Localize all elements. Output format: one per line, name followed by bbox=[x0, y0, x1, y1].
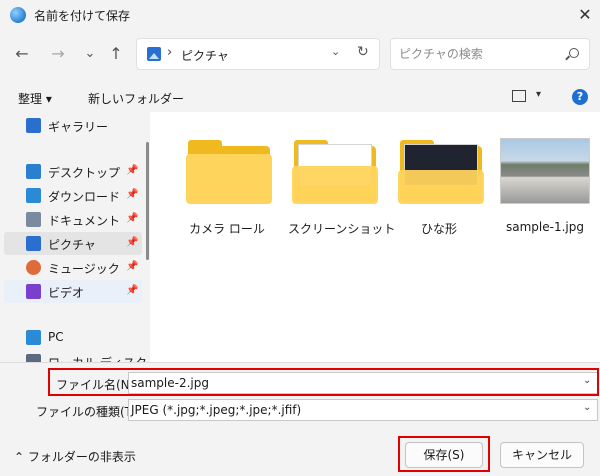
pin-icon: 📌 bbox=[126, 165, 139, 176]
pin-icon: 📌 bbox=[126, 261, 139, 272]
navigation-pane: ギャラリー デスクトップ 📌 ダウンロード 📌 ドキュメント 📌 ピクチャ 📌 … bbox=[0, 112, 150, 362]
close-icon[interactable]: ✕ bbox=[574, 4, 596, 26]
file-item-sample-1[interactable]: sample-1.jpg bbox=[500, 128, 600, 248]
pin-icon: 📌 bbox=[126, 237, 139, 248]
sidebar-item-label: PC bbox=[48, 330, 64, 344]
file-name: sample-1.jpg bbox=[506, 220, 584, 234]
folder-item-camera-roll[interactable]: カメラ ロール bbox=[182, 128, 282, 248]
folder-item-screenshots[interactable]: スクリーンショット bbox=[288, 128, 396, 248]
command-bar: 整理 ▾ 新しいフォルダー ▾ ? bbox=[0, 82, 600, 112]
title-bar: 名前を付けて保存 ✕ bbox=[0, 0, 600, 30]
sidebar-item-videos[interactable]: ビデオ 📌 bbox=[4, 280, 142, 303]
organize-menu-button[interactable]: 整理 ▾ bbox=[18, 90, 52, 107]
pictures-icon bbox=[26, 236, 41, 251]
sidebar-item-pc[interactable]: PC bbox=[4, 326, 142, 349]
gallery-icon bbox=[26, 118, 41, 133]
breadcrumb-pictures[interactable]: ピクチャ bbox=[181, 47, 229, 64]
video-icon bbox=[26, 284, 41, 299]
sidebar-item-label: ギャラリー bbox=[48, 120, 109, 134]
up-arrow-icon[interactable]: ↑ bbox=[104, 42, 128, 66]
sidebar-item-gallery[interactable]: ギャラリー bbox=[4, 114, 142, 137]
filetype-dropdown-chevron-icon[interactable]: ⌄ bbox=[583, 402, 591, 413]
search-icon[interactable] bbox=[569, 48, 579, 58]
music-icon bbox=[26, 260, 41, 275]
cancel-button[interactable]: キャンセル bbox=[500, 442, 584, 468]
search-input[interactable] bbox=[399, 45, 559, 63]
file-name: カメラ ロール bbox=[189, 222, 265, 236]
sidebar-item-desktop[interactable]: デスクトップ 📌 bbox=[4, 160, 142, 183]
file-name: スクリーンショット bbox=[288, 222, 396, 236]
hide-folders-toggle[interactable]: ⌃ フォルダーの非表示 bbox=[14, 448, 136, 465]
file-name: ひな形 bbox=[420, 222, 457, 236]
filetype-select[interactable]: JPEG (*.jpg;*.jpeg;*.jpe;*.jfif) ⌄ bbox=[128, 399, 598, 421]
file-list: カメラ ロール スクリーンショット ひな形 sample-1.jpg bbox=[150, 112, 600, 362]
forward-arrow-icon[interactable]: → bbox=[46, 42, 70, 66]
address-bar[interactable]: › ピクチャ ⌄ ↻ bbox=[136, 38, 380, 70]
sidebar-item-label: ビデオ bbox=[48, 286, 85, 300]
nav-pane-scrollbar[interactable] bbox=[146, 142, 149, 260]
new-folder-button[interactable]: 新しいフォルダー bbox=[88, 90, 184, 107]
sidebar-item-label: ミュージック bbox=[48, 262, 120, 276]
highlight-box-filename bbox=[48, 368, 599, 396]
folder-item-templates[interactable]: ひな形 bbox=[394, 128, 494, 248]
desktop-icon bbox=[26, 164, 41, 179]
breadcrumb-separator: › bbox=[167, 45, 173, 60]
sidebar-item-label: ダウンロード bbox=[48, 190, 121, 204]
pictures-icon bbox=[147, 47, 161, 61]
filetype-label: ファイルの種類(T): bbox=[36, 405, 141, 419]
pc-icon bbox=[26, 330, 41, 345]
sidebar-item-music[interactable]: ミュージック 📌 bbox=[4, 256, 142, 279]
sidebar-item-label: ローカル ディスク bbox=[48, 354, 147, 362]
back-arrow-icon[interactable]: ← bbox=[10, 42, 34, 66]
window-title: 名前を付けて保存 bbox=[34, 9, 131, 23]
pin-icon: 📌 bbox=[126, 213, 139, 224]
folder-icon bbox=[182, 136, 272, 206]
help-icon[interactable]: ? bbox=[572, 89, 588, 105]
view-layout-icon[interactable] bbox=[512, 90, 526, 102]
view-dropdown-icon[interactable]: ▾ bbox=[536, 89, 541, 100]
folder-icon bbox=[288, 136, 378, 206]
disk-icon bbox=[26, 354, 41, 362]
document-icon bbox=[26, 212, 41, 227]
sidebar-item-label: ドキュメント bbox=[48, 214, 121, 228]
sidebar-item-pictures[interactable]: ピクチャ 📌 bbox=[4, 232, 142, 255]
filetype-value: JPEG (*.jpg;*.jpeg;*.jpe;*.jfif) bbox=[131, 403, 302, 417]
pin-icon: 📌 bbox=[126, 285, 139, 296]
folder-icon bbox=[394, 136, 484, 206]
address-dropdown-chevron-icon[interactable]: ⌄ bbox=[331, 45, 340, 58]
image-thumbnail bbox=[500, 138, 590, 204]
sidebar-item-label: ピクチャ bbox=[48, 238, 96, 252]
sidebar-item-documents[interactable]: ドキュメント 📌 bbox=[4, 208, 142, 231]
dialog-footer: ⌃ フォルダーの非表示 保存(S) キャンセル bbox=[0, 430, 600, 476]
refresh-icon[interactable]: ↻ bbox=[357, 44, 369, 60]
divider bbox=[0, 362, 600, 363]
sidebar-item-local-disk[interactable]: ローカル ディスク bbox=[4, 350, 147, 362]
download-icon bbox=[26, 188, 41, 203]
search-box[interactable] bbox=[390, 38, 590, 70]
recent-locations-chevron-icon[interactable]: ⌄ bbox=[78, 42, 102, 66]
pin-icon: 📌 bbox=[126, 189, 139, 200]
sidebar-item-downloads[interactable]: ダウンロード 📌 bbox=[4, 184, 142, 207]
highlight-box-save bbox=[398, 436, 490, 472]
sidebar-item-label: デスクトップ bbox=[48, 166, 121, 180]
app-icon bbox=[10, 7, 26, 23]
